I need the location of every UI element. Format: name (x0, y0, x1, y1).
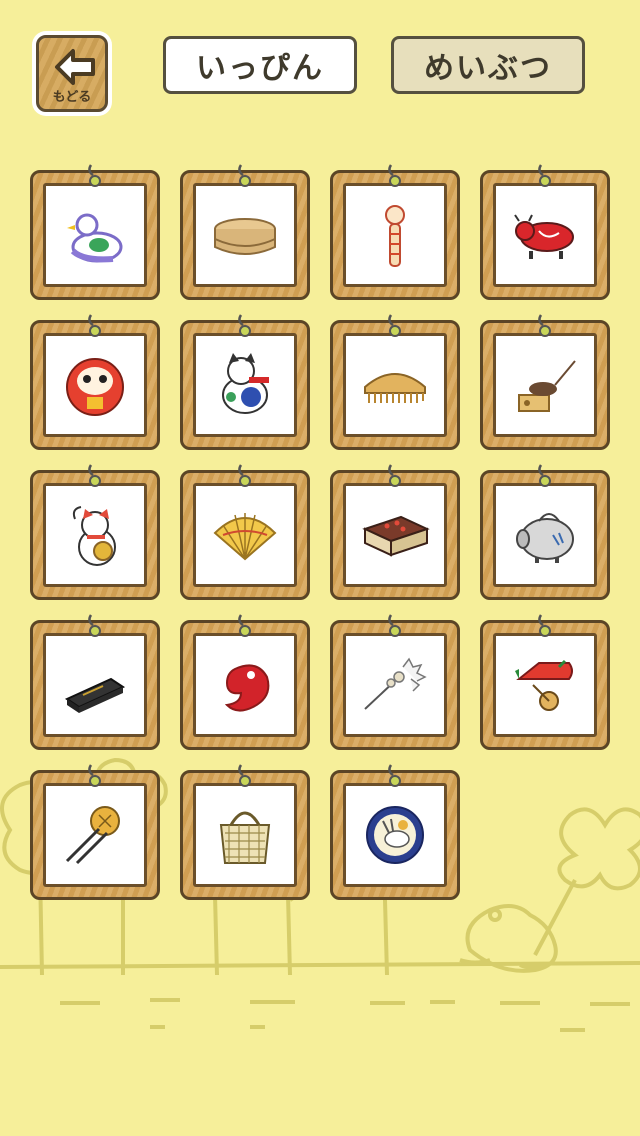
item-frame (343, 333, 447, 437)
hook-icon (238, 764, 251, 787)
collection-item-card[interactable] (180, 764, 310, 900)
wooden-comb-icon (364, 373, 426, 403)
item-frame (43, 183, 147, 287)
item-frame (43, 633, 147, 737)
item-frame (43, 333, 147, 437)
pigeon-whistle-icon (67, 213, 123, 263)
hook-icon (538, 614, 551, 637)
sea-bream-cart-icon (515, 659, 573, 711)
hook-icon (388, 164, 401, 187)
hook-icon (88, 164, 101, 187)
hook-icon (388, 764, 401, 787)
inu-hariko-icon (222, 353, 269, 414)
kokeshi-doll-icon (385, 205, 405, 267)
kanzashi-icon (65, 806, 120, 865)
collection-item-card[interactable] (330, 164, 460, 300)
collection-item-card[interactable] (180, 614, 310, 750)
bento-box-icon (214, 218, 276, 255)
tab-meibutsu[interactable]: めいぶつ (391, 36, 585, 94)
hook-icon (88, 614, 101, 637)
collection-item-card[interactable] (330, 614, 460, 750)
hook-icon (238, 164, 251, 187)
back-button[interactable]: もどる (32, 31, 112, 116)
hook-icon (538, 164, 551, 187)
item-frame (193, 633, 297, 737)
bamboo-basket-icon (219, 811, 271, 864)
collection-item-card[interactable] (180, 464, 310, 600)
item-frame (493, 183, 597, 287)
collection-item-card[interactable] (30, 164, 160, 300)
collection-item-card[interactable] (480, 464, 610, 600)
item-frame (343, 633, 447, 737)
tab-ippin[interactable]: いっぴん (163, 36, 357, 94)
item-frame (343, 783, 447, 887)
hook-icon (88, 764, 101, 787)
left-arrow-icon (55, 49, 95, 85)
boar-mosquito-pot-icon (516, 513, 574, 563)
collection-item-card[interactable] (480, 164, 610, 300)
inkstick-icon (64, 677, 126, 713)
item-frame (193, 483, 297, 587)
collection-item-card[interactable] (180, 314, 310, 450)
hook-icon (88, 314, 101, 337)
collection-item-card[interactable] (30, 314, 160, 450)
mouse-trap-icon (518, 360, 576, 412)
hook-icon (88, 464, 101, 487)
back-button-face[interactable]: もどる (36, 35, 108, 112)
hook-icon (538, 314, 551, 337)
maneki-neko-icon (72, 506, 116, 566)
item-frame (43, 483, 147, 587)
item-frame (193, 333, 297, 437)
hook-icon (238, 464, 251, 487)
hook-icon (388, 614, 401, 637)
hook-icon (388, 314, 401, 337)
collection-item-card[interactable] (180, 164, 310, 300)
item-frame (193, 783, 297, 887)
rabbit-plate-icon (366, 806, 424, 864)
collection-item-card[interactable] (480, 614, 610, 750)
collection-item-card[interactable] (30, 614, 160, 750)
item-frame (43, 783, 147, 887)
item-frame (343, 183, 447, 287)
item-frame (493, 633, 597, 737)
red-cow-icon (514, 214, 574, 259)
item-frame (493, 483, 597, 587)
hook-icon (238, 614, 251, 637)
back-button-label: もどる (52, 90, 92, 105)
hook-icon (238, 314, 251, 337)
collection-item-card[interactable] (330, 764, 460, 900)
item-frame (193, 183, 297, 287)
collection-item-card[interactable] (330, 314, 460, 450)
hook-icon (388, 464, 401, 487)
daruma-icon (66, 358, 124, 416)
item-frame (343, 483, 447, 587)
magatama-icon (224, 664, 270, 712)
collection-item-card[interactable] (480, 314, 610, 450)
collection-item-card[interactable] (30, 764, 160, 900)
folding-fan-icon (213, 513, 277, 561)
item-frame (493, 333, 597, 437)
matchbox-icon (362, 515, 430, 557)
collection-item-card[interactable] (30, 464, 160, 600)
collection-item-card[interactable] (330, 464, 460, 600)
hook-icon (538, 464, 551, 487)
hairpin-icon (364, 657, 427, 710)
